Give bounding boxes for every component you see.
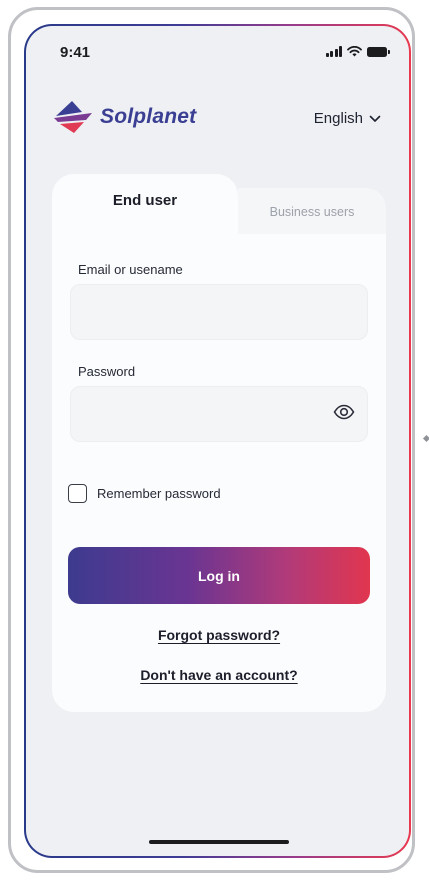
language-selector[interactable]: English (314, 110, 381, 127)
chevron-down-icon (369, 115, 381, 122)
tab-business-users[interactable]: Business users (224, 188, 386, 238)
status-time: 9:41 (60, 44, 91, 61)
signal-icon (325, 46, 342, 57)
remember-password-checkbox[interactable] (68, 484, 87, 503)
language-label: English (313, 110, 363, 127)
battery-icon (367, 46, 390, 57)
tab-end-user[interactable]: End user (52, 174, 238, 238)
phone-bezel: 9:41 Solplanet English Business users En… (24, 24, 411, 858)
brand-name: Solplanet (100, 105, 197, 128)
eye-icon[interactable] (333, 404, 355, 420)
side-marker (422, 434, 429, 443)
status-icons (325, 46, 390, 57)
forgot-password-link[interactable]: Forgot password? (52, 627, 386, 643)
wifi-icon (347, 46, 362, 57)
email-label: Email or usename (78, 262, 183, 277)
password-label: Password (78, 364, 136, 379)
remember-password-label: Remember password (97, 486, 221, 501)
login-button[interactable]: Log in (68, 547, 370, 604)
password-field[interactable] (70, 386, 368, 442)
login-card: Email or usename Password Remember passw… (52, 234, 386, 712)
app-screen: 9:41 Solplanet English Business users En… (26, 26, 409, 856)
email-field[interactable] (70, 284, 368, 340)
brand-logo: Solplanet (52, 100, 196, 134)
sail-logo-icon (54, 101, 92, 133)
home-indicator[interactable] (149, 840, 289, 844)
remember-password-row[interactable]: Remember password (68, 484, 221, 503)
signup-link[interactable]: Don't have an account? (52, 667, 386, 683)
user-type-tabs: Business users End user (52, 174, 386, 238)
